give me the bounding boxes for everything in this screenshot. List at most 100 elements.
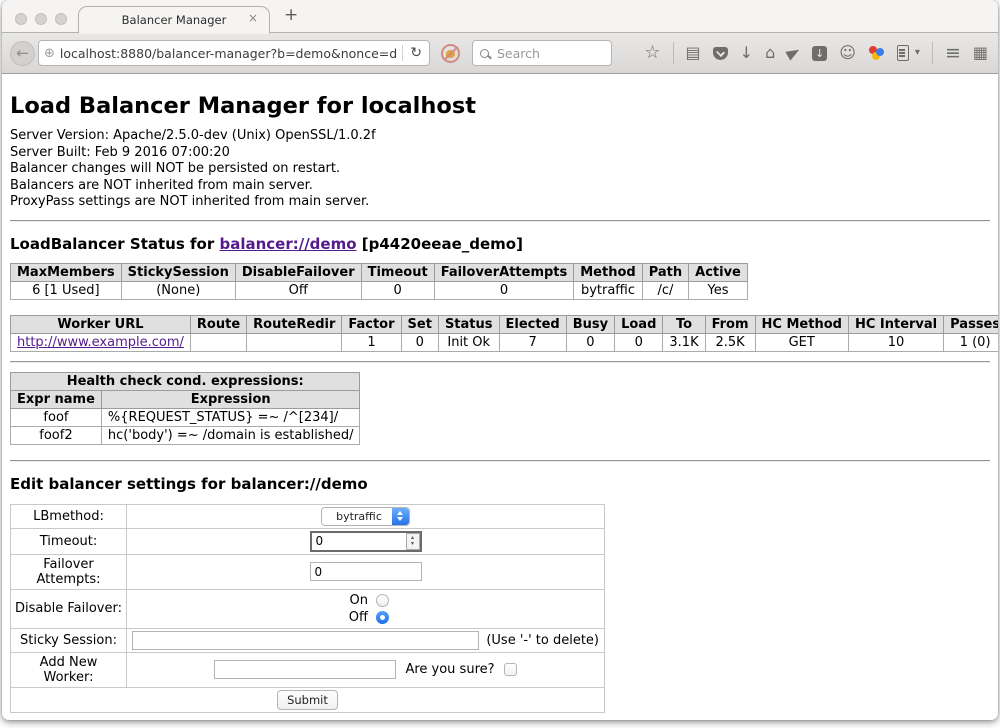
radio-off-button[interactable]	[376, 611, 389, 624]
number-spinner-icon[interactable]: ▴▾	[406, 533, 420, 550]
send-tab-icon[interactable]	[786, 45, 802, 60]
cell-expr-name: foof	[11, 408, 102, 426]
column-header: From	[705, 315, 755, 333]
table-row: http://www.example.com/ 1 0 Init Ok 7 0 …	[11, 333, 999, 351]
cell-maxmembers: 6 [1 Used]	[11, 281, 122, 299]
server-info: Server Version: Apache/2.5.0-dev (Unix) …	[10, 128, 990, 211]
submit-button[interactable]: Submit	[277, 690, 338, 710]
column-header: Load	[615, 315, 663, 333]
select-stepper-icon	[392, 508, 409, 525]
column-header: Factor	[342, 315, 401, 333]
column-header: Active	[689, 263, 748, 281]
add-worker-input[interactable]	[214, 660, 396, 679]
form-row-add-worker: Add New Worker: Are you sure?	[11, 652, 605, 687]
table-row: 6 [1 Used] (None) Off 0 0 bytraffic /c/ …	[11, 281, 748, 299]
cell-expression: hc('body') =~ /domain is established/	[101, 426, 360, 444]
separator	[10, 460, 990, 462]
health-check-table: Health check cond. expressions: Expr nam…	[10, 372, 360, 445]
toolbar-divider	[932, 42, 933, 64]
cell-hc-method: GET	[755, 333, 848, 351]
column-header: Status	[438, 315, 499, 333]
page-content: Load Balancer Manager for localhost Serv…	[2, 74, 998, 720]
separator	[10, 361, 990, 363]
add-worker-label: Add New Worker:	[11, 652, 127, 687]
toolbar-divider	[673, 42, 674, 64]
navigation-toolbar: ← ⊕ localhost:8880/balancer-manager?b=de…	[2, 33, 998, 74]
lbmethod-label: LBmethod:	[11, 504, 127, 528]
toolbar-buttons: ☆ ▤ ↓ ⌂ ↓ ☺ ▾ ≡ ▦	[644, 42, 988, 64]
radio-off-label: Off	[342, 610, 368, 625]
save-page-icon[interactable]: ↓	[812, 46, 827, 61]
table-row: foof2 hc('body') =~ /domain is establish…	[11, 426, 360, 444]
url-bar[interactable]: ⊕ localhost:8880/balancer-manager?b=demo…	[38, 40, 430, 66]
new-tab-button[interactable]: +	[284, 5, 298, 25]
back-button[interactable]: ←	[10, 41, 35, 66]
form-row-failover: Failover Attempts:	[11, 554, 605, 589]
column-header: To	[663, 315, 705, 333]
cell-expression: %{REQUEST_STATUS} =~ /^[234]/	[101, 408, 360, 426]
form-row-lbmethod: LBmethod: bytraffic	[11, 504, 605, 528]
tab-groups-icon[interactable]: ▦	[973, 45, 988, 61]
browser-tab[interactable]: Balancer Manager ×	[78, 6, 270, 34]
sticky-session-input[interactable]	[132, 631, 479, 650]
edit-balancer-form: LBmethod: bytraffic Timeout: ▴▾	[10, 504, 605, 713]
balancer-status-table: MaxMembers StickySession DisableFailover…	[10, 263, 748, 300]
cell-to: 3.1K	[663, 333, 705, 351]
confirm-checkbox[interactable]	[504, 663, 517, 676]
column-header: Expr name	[11, 390, 102, 408]
close-window-button[interactable]	[15, 13, 27, 25]
timeout-label: Timeout:	[11, 528, 127, 554]
column-header: Timeout	[361, 263, 434, 281]
search-bar[interactable]	[472, 40, 612, 66]
cell-failoverattempts: 0	[434, 281, 574, 299]
minimize-window-button[interactable]	[35, 13, 47, 25]
form-row-timeout: Timeout: ▴▾	[11, 528, 605, 554]
chat-smiley-icon[interactable]: ☺	[839, 45, 856, 61]
pocket-icon[interactable]	[713, 47, 728, 60]
cell-method: bytraffic	[574, 281, 642, 299]
notes-extension-icon[interactable]	[897, 45, 909, 61]
lbmethod-select[interactable]: bytraffic	[321, 507, 410, 526]
search-input[interactable]	[495, 45, 604, 62]
column-header: MaxMembers	[11, 263, 122, 281]
worker-url-link[interactable]: http://www.example.com/	[17, 335, 184, 350]
table-header-row: Worker URL Route RouteRedir Factor Set S…	[11, 315, 999, 333]
url-divider	[402, 45, 403, 61]
hamburger-menu-icon[interactable]: ≡	[945, 44, 961, 63]
health-table-title: Health check cond. expressions:	[11, 372, 360, 390]
reload-button[interactable]: ↻	[408, 45, 424, 61]
globe-icon: ⊕	[44, 46, 55, 61]
status-heading-suffix: [p4420eeae_demo]	[357, 235, 523, 253]
radio-on-button[interactable]	[376, 594, 389, 607]
tab-title: Balancer Manager	[122, 13, 227, 27]
server-built-line: Server Built: Feb 9 2016 07:00:20	[10, 145, 990, 162]
browser-window: Balancer Manager × + ← ⊕ localhost:8880/…	[2, 0, 998, 720]
table-title-row: Health check cond. expressions:	[11, 372, 360, 390]
chevron-down-icon[interactable]: ▾	[915, 48, 920, 58]
cell-busy: 0	[566, 333, 614, 351]
failover-attempts-input[interactable]	[310, 562, 422, 581]
cell-timeout: 0	[361, 281, 434, 299]
reading-list-icon[interactable]: ▤	[686, 45, 701, 61]
disable-failover-label: Disable Failover:	[11, 589, 127, 628]
radio-option-on: On	[131, 592, 600, 609]
cell-expr-name: foof2	[11, 426, 102, 444]
table-header-row: Expr name Expression	[11, 390, 360, 408]
tab-close-icon[interactable]: ×	[248, 12, 258, 24]
column-header: Passes	[944, 315, 998, 333]
sticky-delete-hint: (Use '-' to delete)	[486, 633, 599, 648]
table-header-row: MaxMembers StickySession DisableFailover…	[11, 263, 748, 281]
balancer-demo-link[interactable]: balancer://demo	[219, 235, 356, 253]
column-header: Expression	[101, 390, 360, 408]
bookmark-star-icon[interactable]: ☆	[644, 44, 660, 62]
url-text: localhost:8880/balancer-manager?b=demo&n…	[60, 46, 397, 61]
downloads-icon[interactable]: ↓	[740, 45, 753, 61]
zoom-window-button[interactable]	[55, 13, 67, 25]
content-blocker-icon[interactable]	[441, 44, 460, 63]
column-header: Method	[574, 263, 642, 281]
persist-note-line: Balancer changes will NOT be persisted o…	[10, 161, 990, 178]
window-controls	[15, 13, 67, 25]
home-icon[interactable]: ⌂	[765, 45, 775, 61]
extension-dots-icon[interactable]	[868, 46, 885, 61]
cell-disablefailover: Off	[235, 281, 361, 299]
